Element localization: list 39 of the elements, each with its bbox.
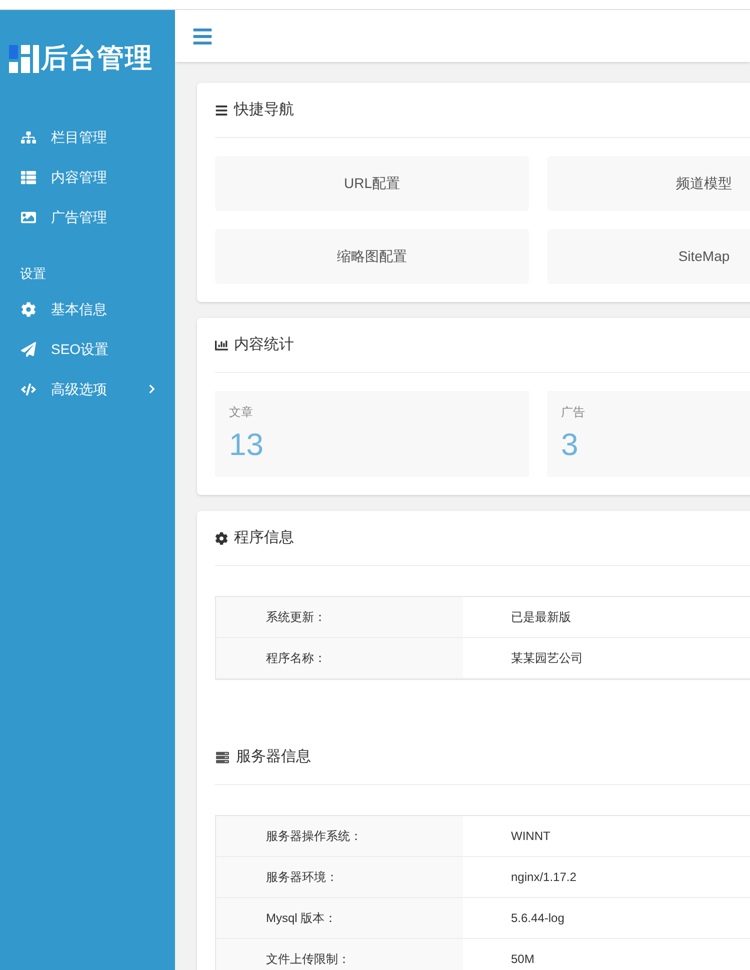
list-icon bbox=[215, 104, 228, 116]
code-icon bbox=[21, 382, 36, 396]
table-cell: 系统更新： bbox=[216, 597, 463, 637]
gear-icon bbox=[215, 532, 228, 544]
image-icon bbox=[21, 210, 36, 224]
quick-link[interactable]: 频道模型 bbox=[547, 156, 750, 211]
list-icon bbox=[21, 170, 36, 184]
stat-value: 3 bbox=[561, 429, 578, 460]
quick-link[interactable]: SiteMap bbox=[547, 229, 750, 284]
section-title: 快捷导航 bbox=[234, 100, 294, 120]
sidebar-item[interactable]: 内容管理 bbox=[0, 157, 175, 197]
table-cell: 服务器操作系统： bbox=[216, 816, 463, 856]
section-title: 服务器信息 bbox=[236, 746, 311, 767]
paper-plane-icon bbox=[21, 342, 36, 356]
gear-icon bbox=[21, 302, 36, 316]
sitemap-icon bbox=[21, 130, 36, 144]
table-cell: Mysql 版本： bbox=[216, 898, 463, 938]
logo-text: 后台管理 bbox=[41, 45, 153, 72]
section-title: 内容统计 bbox=[234, 334, 294, 355]
stat-label: 文章 bbox=[229, 404, 253, 421]
stat-value: 13 bbox=[229, 429, 264, 460]
chevron-icon bbox=[147, 384, 157, 394]
table-cell: 程序名称： bbox=[216, 638, 463, 678]
logo-icon bbox=[9, 44, 39, 72]
section-title: 程序信息 bbox=[234, 528, 294, 548]
stat-label: 广告 bbox=[561, 404, 585, 421]
sidebar-item[interactable]: 广告管理 bbox=[0, 197, 175, 237]
table-cell: 文件上传限制： bbox=[216, 939, 463, 970]
sidebar-item[interactable]: 基本信息 bbox=[0, 289, 175, 329]
sidebar-item[interactable]: 栏目管理 bbox=[0, 117, 175, 157]
sidebar-item[interactable]: SEO设置 bbox=[0, 329, 175, 369]
table-cell: 服务器环境： bbox=[216, 857, 463, 897]
sidebar-item[interactable]: 高级选项 bbox=[0, 369, 175, 409]
server-icon bbox=[215, 750, 230, 764]
menu-icon[interactable] bbox=[192, 26, 213, 46]
quick-link[interactable]: 缩略图配置 bbox=[215, 229, 529, 284]
quick-link[interactable]: URL配置 bbox=[215, 156, 529, 211]
sidebar-heading: 设置 bbox=[19, 265, 47, 284]
bar-chart-icon bbox=[215, 338, 228, 352]
